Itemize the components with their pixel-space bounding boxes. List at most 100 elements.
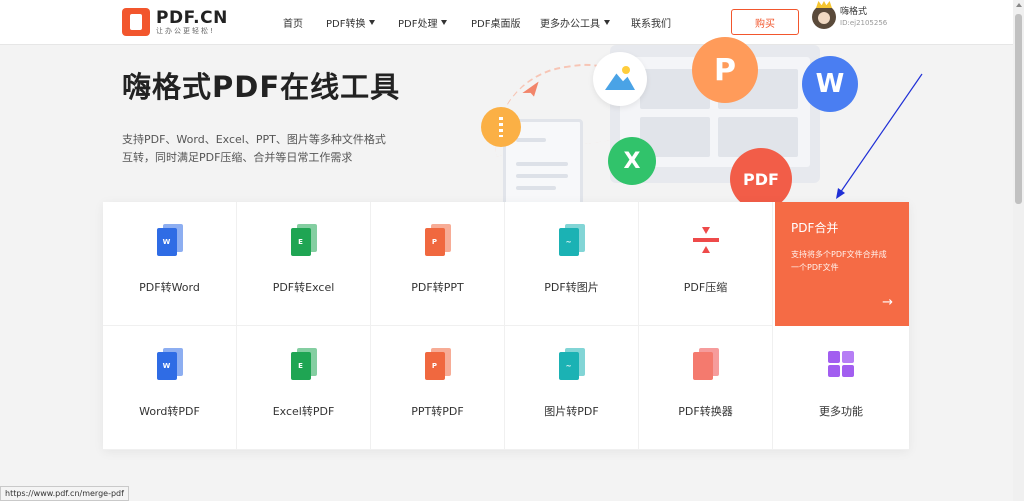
nav-item-label: PDF转换	[326, 19, 366, 30]
tool-label: PDF转图片	[544, 281, 599, 294]
arrow-right-icon[interactable]: →	[882, 295, 893, 310]
nav-item-label: PDF处理	[398, 19, 438, 30]
file-glyph: ~	[558, 352, 579, 380]
logo-mark-icon	[122, 8, 150, 36]
zip-file-icon	[481, 107, 521, 147]
nav-item-pdf-desktop[interactable]: PDF桌面版	[471, 15, 540, 30]
converter-icon	[689, 346, 723, 382]
tool-word-to-pdf[interactable]: W Word转PDF	[103, 326, 237, 450]
tool-pdf-converter[interactable]: PDF转换器	[639, 326, 773, 450]
merge-description: 支持将多个PDF文件合并成一个PDF文件	[791, 250, 887, 272]
nav-item-label: 首页	[283, 19, 303, 30]
nav-item-label: 更多办公工具	[540, 19, 600, 30]
grid-square	[828, 351, 840, 363]
arrow-up-shape	[701, 246, 710, 253]
grid-square	[842, 365, 854, 377]
doc-line	[516, 162, 568, 166]
grid-square	[842, 351, 854, 363]
mountain-shape	[605, 73, 635, 90]
logo-name: PDF.CN	[156, 7, 228, 28]
nav-item-more-tools[interactable]: 更多办公工具	[540, 15, 631, 30]
doc-line	[516, 174, 568, 178]
tool-pdf-to-ppt[interactable]: P PDF转PPT	[371, 202, 505, 326]
scroll-thumb[interactable]	[1015, 14, 1022, 204]
avatar	[812, 5, 836, 29]
link-status-bar: https://www.pdf.cn/merge-pdf	[0, 486, 129, 501]
doc-line	[516, 186, 556, 190]
word-file-icon: W	[153, 346, 187, 382]
tool-pdf-merge[interactable]: PDF合并 支持将多个PDF文件合并成一个PDF文件 →	[775, 202, 909, 326]
merge-title: PDF合并	[791, 221, 839, 235]
nav-item-home[interactable]: 首页	[283, 15, 326, 30]
nav-item-label: 联系我们	[631, 19, 671, 30]
hero-desc-line: 互转，同时满足PDF压缩、合并等日常工作需求	[122, 151, 353, 164]
tool-label: PPT转PDF	[411, 405, 464, 418]
sun-shape	[622, 66, 630, 74]
tool-label: 图片转PDF	[544, 405, 599, 418]
nav-item-contact[interactable]: 联系我们	[631, 15, 671, 30]
caret-down-icon	[369, 20, 376, 25]
file-glyph: E	[290, 228, 311, 256]
excel-file-icon: E	[287, 222, 321, 258]
caret-down-icon	[604, 20, 610, 25]
file-icon-shape: E	[290, 348, 317, 380]
tool-label: PDF转PPT	[411, 281, 464, 294]
file-glyph: W	[156, 352, 177, 380]
tool-label: PDF转Word	[139, 281, 200, 294]
file-glyph: P	[424, 228, 445, 256]
nav-item-pdf-convert[interactable]: PDF转换	[326, 15, 398, 30]
file-icon-shape: W	[156, 348, 183, 380]
pdf-letter-icon: P	[692, 37, 758, 103]
nav-item-pdf-process[interactable]: PDF处理	[398, 15, 471, 30]
image-landscape-icon	[593, 52, 647, 106]
file-front-shape	[692, 352, 713, 380]
tool-pdf-to-image[interactable]: ~ PDF转图片	[505, 202, 639, 326]
file-icon-shape: W	[156, 224, 183, 256]
user-profile[interactable]: 嗨格式 ID:ej2105256	[812, 5, 887, 29]
page-title: 嗨格式PDF在线工具	[122, 70, 401, 104]
file-icon-shape: ~	[558, 348, 585, 380]
doc-line	[516, 138, 546, 142]
tool-ppt-to-pdf[interactable]: P PPT转PDF	[371, 326, 505, 450]
tool-pdf-compress[interactable]: PDF压缩	[639, 202, 773, 326]
word-letter-icon: W	[802, 56, 858, 112]
arrow-down-shape	[701, 227, 710, 234]
compress-shape	[691, 225, 721, 255]
file-glyph: P	[424, 352, 445, 380]
tool-label: Word转PDF	[139, 405, 200, 418]
tool-grid: W PDF转Word E PDF转Excel P PDF转PPT ~ PDF转图…	[103, 202, 909, 450]
caret-down-icon	[441, 20, 448, 25]
tool-image-to-pdf[interactable]: ~ 图片转PDF	[505, 326, 639, 450]
image-file-icon: ~	[555, 222, 589, 258]
scroll-up-icon[interactable]	[1016, 3, 1022, 7]
user-name: 嗨格式	[840, 6, 868, 17]
grid-square	[828, 365, 840, 377]
tool-pdf-to-word[interactable]: W PDF转Word	[103, 202, 237, 326]
site-header: PDF.CN 让办公更轻松! 首页 PDF转换 PDF处理 PDF桌面版 更多办…	[0, 0, 1013, 45]
file-icon-shape: E	[290, 224, 317, 256]
zip-teeth-shape	[499, 117, 503, 137]
file-icon-shape: P	[424, 224, 451, 256]
main-nav: 首页 PDF转换 PDF处理 PDF桌面版 更多办公工具 联系我们	[283, 0, 671, 45]
nav-item-label: PDF桌面版	[471, 19, 521, 30]
ppt-file-icon: P	[421, 346, 455, 382]
file-icon-shape: ~	[558, 224, 585, 256]
logo-slogan: 让办公更轻松!	[156, 26, 215, 35]
tool-pdf-to-excel[interactable]: E PDF转Excel	[237, 202, 371, 326]
buy-button[interactable]: 购买	[731, 9, 799, 35]
page-scrollbar[interactable]	[1013, 0, 1024, 501]
tool-label: 更多功能	[819, 405, 863, 418]
tool-more-features[interactable]: 更多功能	[773, 326, 909, 450]
tool-label: PDF压缩	[683, 281, 728, 294]
compress-bar	[692, 238, 719, 242]
tool-label: PDF转Excel	[272, 281, 335, 294]
hero-illustration: P W X PDF	[470, 37, 870, 219]
site-logo[interactable]: PDF.CN 让办公更轻松!	[122, 8, 228, 36]
word-file-icon: W	[153, 222, 187, 258]
tool-excel-to-pdf[interactable]: E Excel转PDF	[237, 326, 371, 450]
logo-text: PDF.CN 让办公更轻松!	[156, 9, 228, 36]
pdf-badge-icon: PDF	[730, 148, 792, 210]
file-icon-shape	[692, 348, 719, 380]
tool-label: Excel转PDF	[272, 405, 335, 418]
excel-file-icon: E	[287, 346, 321, 382]
